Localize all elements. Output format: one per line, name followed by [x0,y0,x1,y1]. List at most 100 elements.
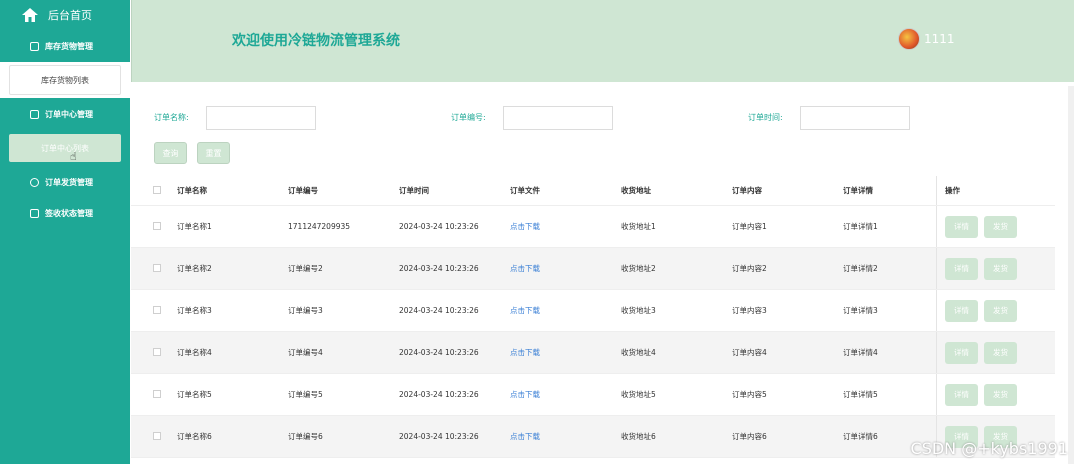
cell-order-no: 订单编号4 [288,348,323,357]
table-row: 订单名称5 订单编号5 2024-03-24 10:23:26 点击下载 收货地… [131,374,1055,416]
select-all-checkbox[interactable] [153,185,161,194]
order-name-input[interactable] [206,106,316,130]
cell-order-time: 2024-03-24 10:23:26 [399,264,479,273]
detail-button[interactable]: 详情 [945,257,978,280]
avatar [898,28,920,50]
ship-button[interactable]: 发货 [984,299,1017,322]
column-header: 订单时间 [399,186,429,195]
ship-button[interactable]: 发货 [984,341,1017,364]
cell-detail: 订单详情1 [843,222,878,231]
row-check-cell [131,389,177,400]
cell-order-no: 1711247209935 [288,222,351,231]
user-menu[interactable]: 1111 [898,28,955,50]
main-content: 订单名称: 订单编号: 订单时间: 查询 重置 订单名称 订单编号 订单时间 订… [131,86,1074,464]
ship-button[interactable]: 发货 [984,257,1017,280]
query-button[interactable]: 查询 [154,142,187,164]
download-link[interactable]: 点击下载 [510,347,621,358]
cell-order-no: 订单编号2 [288,264,323,273]
row-actions: 详情 发货 [936,374,1055,415]
row-check-cell [131,431,177,442]
watermark: CSDN @+kybs1991 [910,439,1068,458]
sidebar-group-orders[interactable]: 订单中心管理 [0,98,130,130]
ship-button[interactable]: 发货 [984,383,1017,406]
sidebar-sub-wrap: 库存货物列表 [0,62,130,98]
cell-order-name: 订单名称5 [177,390,212,399]
detail-button[interactable]: 详情 [945,299,978,322]
cell-order-no: 订单编号3 [288,306,323,315]
sidebar-home[interactable]: 后台首页 [0,0,130,30]
order-time-input[interactable] [800,106,910,130]
cell-content: 订单内容1 [732,222,767,231]
row-check-cell [131,221,177,232]
download-link[interactable]: 点击下载 [510,431,621,442]
filter-actions: 查询 重置 [154,142,230,164]
row-checkbox[interactable] [153,263,161,272]
cell-address: 收货地址2 [621,264,656,273]
cell-detail: 订单详情5 [843,390,878,399]
order-no-input[interactable] [503,106,613,130]
sidebar-group-signoff[interactable]: 签收状态管理 [0,198,130,228]
cell-address: 收货地址4 [621,348,656,357]
row-checkbox[interactable] [153,221,161,230]
cell-order-time: 2024-03-24 10:23:26 [399,390,479,399]
detail-button[interactable]: 详情 [945,215,978,238]
download-link[interactable]: 点击下载 [510,221,621,232]
select-all-cell [131,185,177,196]
cell-content: 订单内容2 [732,264,767,273]
cell-address: 收货地址3 [621,306,656,315]
scrollbar[interactable] [1068,86,1074,464]
header: 欢迎使用冷链物流管理系统 1111 [131,0,1074,82]
column-header: 收货地址 [621,186,651,195]
sidebar: 后台首页 库存货物管理 库存货物列表 订单中心管理 订单中心列表 ☝ 订单发货管… [0,0,130,464]
sidebar-item-inventory-list[interactable]: 库存货物列表 [9,65,121,95]
cell-detail: 订单详情4 [843,348,878,357]
orders-table: 订单名称 订单编号 订单时间 订单文件 收货地址 订单内容 订单详情 操作 订单… [131,176,1055,458]
row-checkbox[interactable] [153,431,161,440]
cell-content: 订单内容5 [732,390,767,399]
column-header: 订单内容 [732,186,762,195]
cell-order-no: 订单编号5 [288,390,323,399]
cell-order-name: 订单名称1 [177,222,212,231]
cell-detail: 订单详情2 [843,264,878,273]
cell-content: 订单内容6 [732,432,767,441]
cell-order-name: 订单名称2 [177,264,212,273]
order-no-label: 订单编号: [451,113,486,122]
download-link[interactable]: 点击下载 [510,389,621,400]
detail-button[interactable]: 详情 [945,383,978,406]
column-header: 订单详情 [843,186,873,195]
sidebar-group-inventory[interactable]: 库存货物管理 [0,30,130,62]
page-title: 欢迎使用冷链物流管理系统 [232,33,400,49]
inventory-icon [30,41,39,51]
cell-order-time: 2024-03-24 10:23:26 [399,432,479,441]
download-link[interactable]: 点击下载 [510,305,621,316]
edit-icon [30,208,39,218]
table-row: 订单名称4 订单编号4 2024-03-24 10:23:26 点击下载 收货地… [131,332,1055,374]
sidebar-item-order-list[interactable]: 订单中心列表 [9,134,121,162]
cell-order-time: 2024-03-24 10:23:26 [399,222,479,231]
column-header: 订单文件 [510,186,540,195]
column-header: 订单编号 [288,186,318,195]
table-header: 订单名称 订单编号 订单时间 订单文件 收货地址 订单内容 订单详情 操作 [131,176,1055,206]
username: 1111 [924,32,955,46]
row-checkbox[interactable] [153,389,161,398]
detail-button[interactable]: 详情 [945,341,978,364]
row-checkbox[interactable] [153,305,161,314]
sidebar-group-shipping[interactable]: 订单发货管理 [0,166,130,198]
sidebar-group-label: 订单中心管理 [45,109,93,119]
edit-icon [30,109,39,119]
cell-address: 收货地址5 [621,390,656,399]
table-row: 订单名称2 订单编号2 2024-03-24 10:23:26 点击下载 收货地… [131,248,1055,290]
sidebar-sub-wrap: 订单中心列表 ☝ [0,130,130,166]
sidebar-group-label: 签收状态管理 [45,208,93,218]
order-name-label: 订单名称: [154,113,189,122]
row-checkbox[interactable] [153,347,161,356]
cell-content: 订单内容3 [732,306,767,315]
order-time-label: 订单时间: [748,113,783,122]
ship-button[interactable]: 发货 [984,215,1017,238]
row-actions: 详情 发货 [936,332,1055,373]
reset-button[interactable]: 重置 [197,142,230,164]
download-link[interactable]: 点击下载 [510,263,621,274]
cell-order-name: 订单名称3 [177,306,212,315]
column-header: 操作 [936,176,1055,205]
cloud-icon [30,177,39,187]
